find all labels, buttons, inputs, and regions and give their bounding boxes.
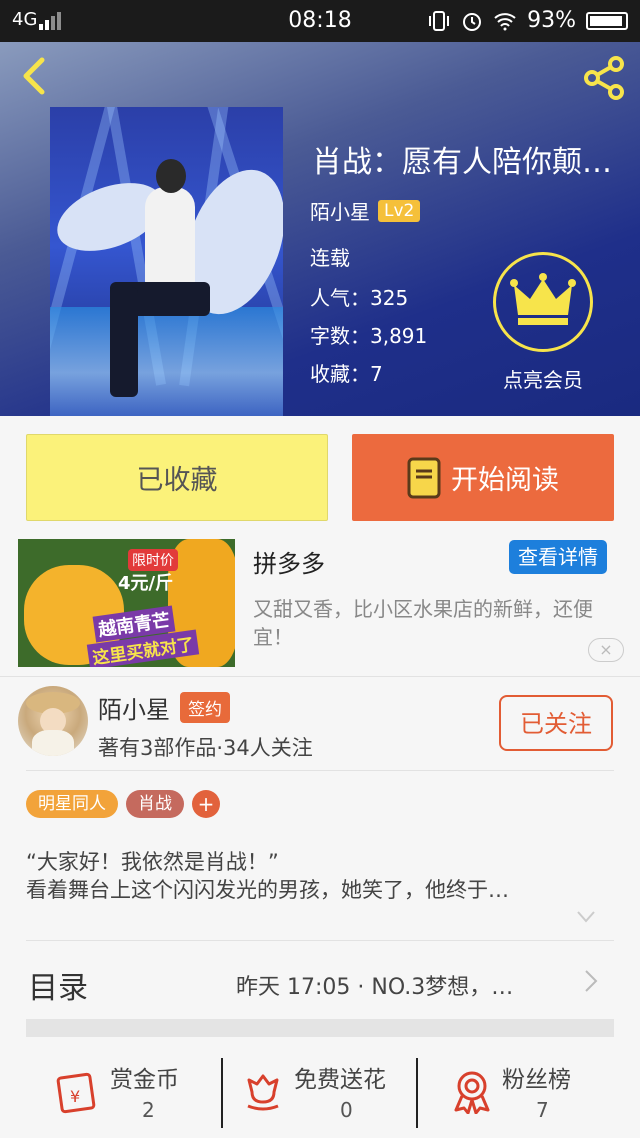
- flower-icon: [247, 1074, 279, 1111]
- author-name: 陌小星: [98, 696, 170, 724]
- ad-image[interactable]: 限时价 4元/斤 越南青芒 这里买就对了: [18, 539, 235, 667]
- send-flower-label: 免费送花: [294, 1067, 386, 1093]
- svg-text:¥: ¥: [70, 1087, 80, 1106]
- ad-description: 又甜又香，比小区水果店的新鲜，还便宜！: [253, 597, 593, 649]
- divider: [26, 770, 614, 771]
- author-avatar[interactable]: [18, 686, 88, 756]
- add-tag-button[interactable]: +: [192, 790, 220, 818]
- signed-badge: 签约: [180, 692, 230, 723]
- battery-percent: 93%: [527, 8, 576, 33]
- latest-chapter: 昨天 17:05 · NO.3梦想，…: [236, 975, 514, 1000]
- ad-title: 拼多多: [253, 550, 325, 578]
- medal-icon: [454, 1071, 490, 1114]
- divider: [416, 1058, 418, 1128]
- book-header: 肖战：愿有人陪你颠… 陌小星 Lv2 连载 人气：325 字数：3,891 收藏…: [0, 42, 640, 416]
- battery-icon: [586, 11, 628, 30]
- alarm-icon: [463, 12, 482, 31]
- author-level-badge: Lv2: [378, 199, 421, 222]
- book-cover[interactable]: [50, 107, 283, 416]
- ad-image-price: 4元/斤: [118, 573, 174, 594]
- vibrate-icon: [429, 10, 450, 31]
- favorited-button[interactable]: 已收藏: [26, 434, 328, 521]
- reward-coins-label: 赏金币: [110, 1067, 179, 1093]
- share-icon[interactable]: [580, 54, 628, 102]
- book-title: 肖战：愿有人陪你颠…: [312, 145, 612, 180]
- toc-label: 目录: [28, 971, 88, 1006]
- ad-detail-button[interactable]: 查看详情: [509, 540, 607, 574]
- fan-ranking-button[interactable]: 粉丝榜 7: [448, 1050, 608, 1138]
- intro-line: 看着舞台上这个闪闪发光的男孩，她笑了，他终于…: [26, 878, 509, 902]
- book-icon: [407, 457, 441, 498]
- book-word-count: 字数：3,891: [310, 324, 428, 348]
- tag-item[interactable]: 明星同人: [26, 790, 118, 818]
- bottom-action-bar: ¥ 赏金币 2 免费送花 0 粉丝榜 7: [0, 1050, 640, 1138]
- book-author[interactable]: 陌小星 Lv2: [310, 196, 421, 225]
- ad-image-tag: 限时价: [128, 549, 178, 571]
- send-flower-count: 0: [340, 1098, 353, 1122]
- wifi-icon: [494, 12, 516, 30]
- ad-banner[interactable]: 限时价 4元/斤 越南青芒 这里买就对了 拼多多 查看详情 又甜又香，比小区水果…: [0, 530, 640, 676]
- author-info: 著有3部作品·34人关注: [98, 736, 313, 760]
- book-status: 连载: [310, 246, 350, 270]
- reward-coins-button[interactable]: ¥ 赏金币 2: [52, 1050, 212, 1138]
- section-separator: [26, 1019, 614, 1037]
- book-author-name: 陌小星: [310, 200, 370, 224]
- tag-list: 明星同人 肖战 +: [26, 790, 220, 818]
- book-intro[interactable]: “大家好！我依然是肖战！” 看着舞台上这个闪闪发光的男孩，她笑了，他终于…: [26, 848, 612, 904]
- start-reading-button[interactable]: 开始阅读: [352, 434, 614, 521]
- vip-button[interactable]: [493, 252, 593, 352]
- table-of-contents-row[interactable]: 目录 昨天 17:05 · NO.3梦想，…: [26, 945, 614, 1021]
- author-name-row[interactable]: 陌小星 签约: [98, 690, 230, 725]
- book-favorites: 收藏：7: [310, 362, 383, 386]
- reward-coins-count: 2: [142, 1098, 155, 1122]
- send-flower-button[interactable]: 免费送花 0: [240, 1050, 410, 1138]
- tag-item[interactable]: 肖战: [126, 790, 184, 818]
- back-icon[interactable]: [16, 56, 56, 96]
- divider: [26, 940, 614, 941]
- divider: [221, 1058, 223, 1128]
- start-reading-label: 开始阅读: [451, 465, 559, 496]
- chevron-down-icon[interactable]: [576, 910, 596, 924]
- red-envelope-icon: ¥: [56, 1072, 96, 1114]
- chevron-right-icon: [585, 970, 598, 992]
- divider: [0, 676, 640, 677]
- vip-label[interactable]: 点亮会员: [470, 364, 616, 393]
- fan-ranking-count: 7: [536, 1098, 549, 1122]
- follow-button[interactable]: 已关注: [499, 695, 613, 751]
- intro-line: “大家好！我依然是肖战！”: [26, 850, 279, 874]
- book-popularity: 人气：325: [310, 286, 409, 310]
- crown-icon: [510, 273, 576, 325]
- status-bar: 4G 08:18 93%: [0, 0, 640, 42]
- fan-ranking-label: 粉丝榜: [502, 1067, 571, 1093]
- ad-close-button[interactable]: ×: [588, 638, 624, 662]
